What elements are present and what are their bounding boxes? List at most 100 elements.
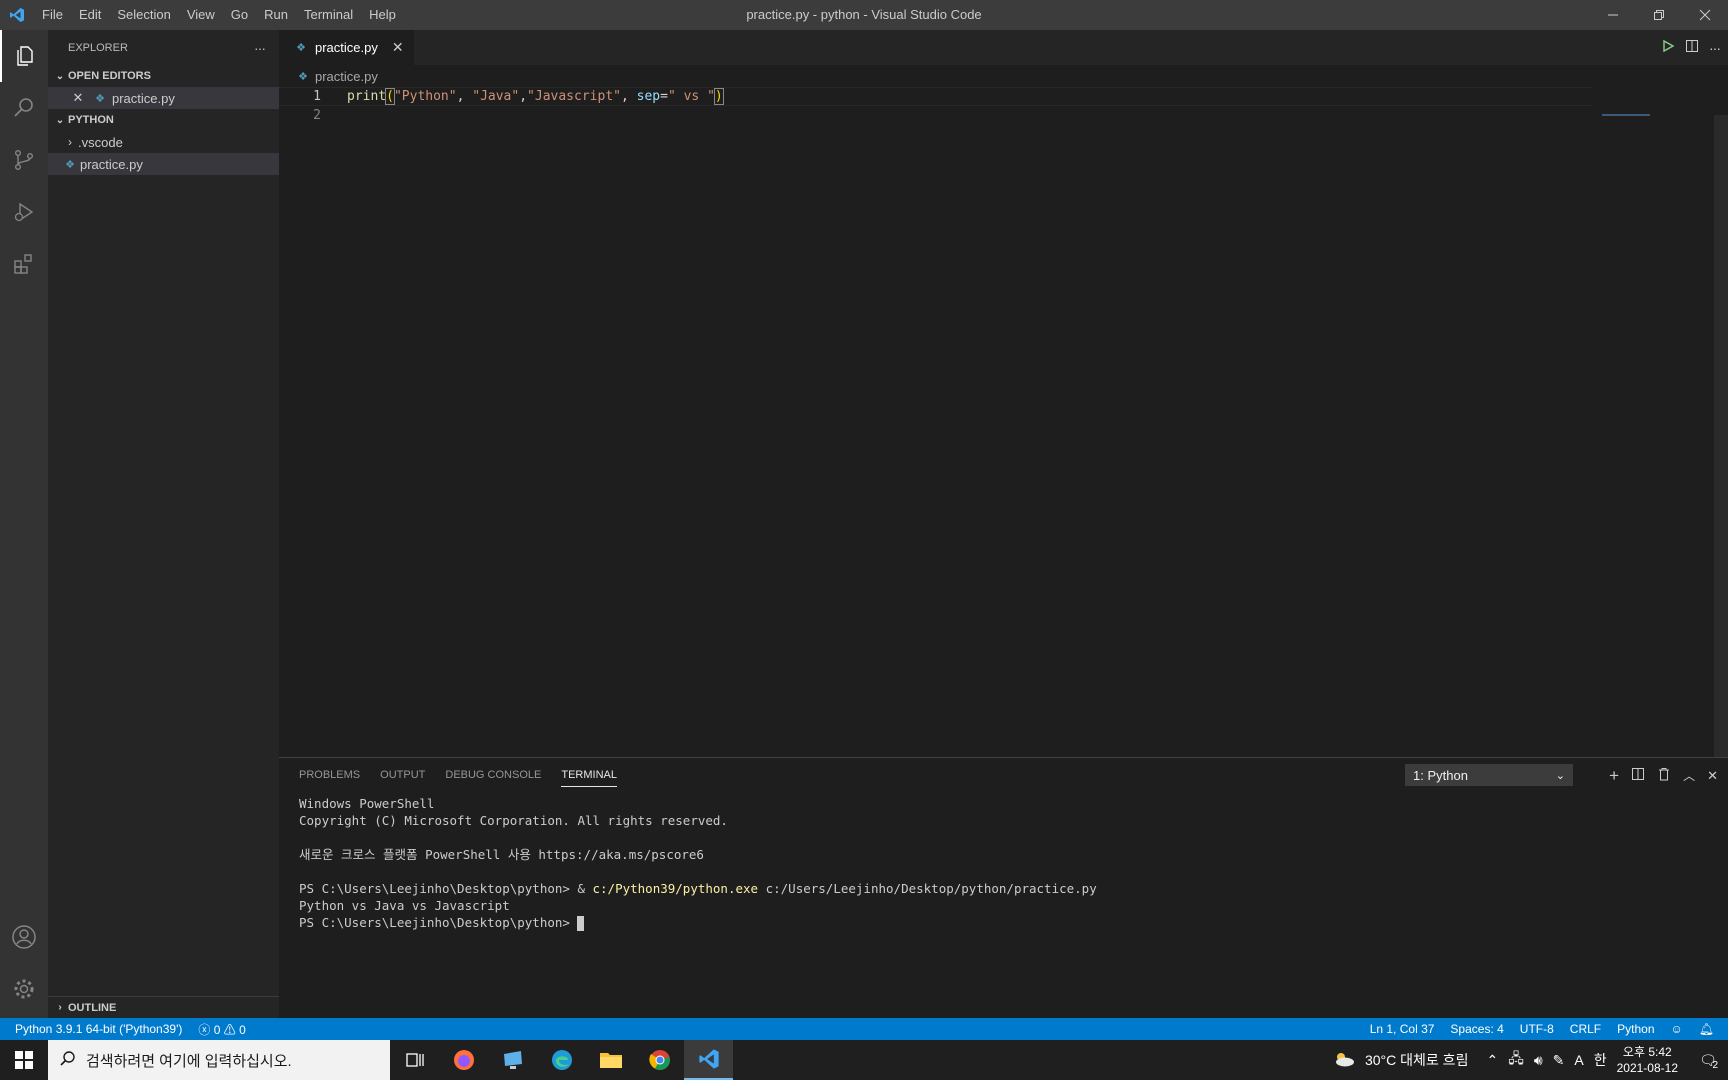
ime-indicator[interactable]: A: [1574, 1052, 1583, 1068]
tab-problems[interactable]: PROBLEMS: [289, 758, 370, 793]
close-panel-icon[interactable]: ✕: [1707, 768, 1718, 784]
explorer-title: EXPLORER: [68, 41, 128, 54]
python-file-icon: ❖: [65, 158, 75, 171]
windows-start-icon[interactable]: [0, 1040, 48, 1080]
tab-practice-py[interactable]: ❖ practice.py ✕: [279, 30, 414, 65]
problems-count[interactable]: ⓧ 0 ⚠ 0: [198, 1021, 245, 1038]
tree-item-vscode[interactable]: › .vscode: [48, 131, 279, 153]
terminal-line: Copyright (C) Microsoft Corporation. All…: [299, 813, 728, 828]
language-mode[interactable]: Python: [1617, 1022, 1654, 1036]
clock-date: 2021-08-12: [1616, 1061, 1678, 1075]
tree-item-label: .vscode: [78, 134, 123, 150]
close-editor-icon[interactable]: ✕: [70, 90, 86, 106]
chevron-right-icon: ›: [68, 135, 72, 149]
activity-bar: [0, 30, 48, 1018]
outline-label: OUTLINE: [68, 1001, 117, 1014]
close-window-button[interactable]: [1682, 0, 1728, 30]
code-editor[interactable]: 1 print("Python", "Java","Javascript", s…: [279, 87, 1728, 125]
error-icon: ⓧ: [198, 1022, 211, 1037]
menu-go[interactable]: Go: [223, 0, 256, 30]
restore-button[interactable]: [1636, 0, 1682, 30]
chevron-up-icon[interactable]: ⌃: [1486, 1052, 1498, 1069]
tree-item-practice[interactable]: ❖ practice.py: [48, 153, 279, 175]
weather-text[interactable]: 30°C 대체로 흐림: [1365, 1050, 1468, 1070]
tab-label: practice.py: [315, 40, 378, 55]
tab-debug-console[interactable]: DEBUG CONSOLE: [435, 758, 551, 793]
file-explorer-icon[interactable]: [586, 1040, 635, 1080]
encoding[interactable]: UTF-8: [1520, 1022, 1554, 1036]
terminal-output[interactable]: Windows PowerShell Copyright (C) Microso…: [279, 793, 1728, 931]
task-view-icon[interactable]: [390, 1040, 439, 1080]
open-editor-item[interactable]: ✕ ❖ practice.py: [48, 87, 279, 109]
window-controls: [1590, 0, 1728, 30]
system-tray: 30°C 대체로 흐림 ⌃ 🖧︎ 🔊︎ ✎ A 한 오후 5:42 2021-0…: [1333, 1040, 1728, 1080]
chevron-down-icon: ⌄: [55, 114, 65, 126]
run-file-icon[interactable]: [1661, 39, 1675, 56]
pen-icon[interactable]: ✎: [1553, 1052, 1565, 1069]
python-file-icon: ❖: [296, 42, 306, 54]
explorer-sidebar: EXPLORER ··· ⌄ OPEN EDITORS ✕ ❖ practice…: [48, 30, 279, 1018]
taskbar-search[interactable]: 검색하려면 여기에 입력하십시오.: [48, 1040, 390, 1080]
indentation[interactable]: Spaces: 4: [1450, 1022, 1503, 1036]
weather-icon[interactable]: [1333, 1051, 1355, 1070]
terminal-line: Python vs Java vs Javascript: [299, 898, 510, 913]
terminal-command-line: PS C:\Users\Leejinho\Desktop\python> & c…: [299, 880, 1728, 897]
cursor-position[interactable]: Ln 1, Col 37: [1370, 1022, 1435, 1036]
ime-mode-indicator[interactable]: 한: [1594, 1050, 1607, 1070]
split-editor-icon[interactable]: [1685, 39, 1699, 56]
menu-view[interactable]: View: [179, 0, 223, 30]
run-debug-icon[interactable]: [0, 186, 48, 238]
firefox-icon[interactable]: [439, 1040, 488, 1080]
source-control-icon[interactable]: [0, 134, 48, 186]
tab-terminal[interactable]: TERMINAL: [551, 758, 627, 793]
tab-output[interactable]: OUTPUT: [370, 758, 435, 793]
chrome-icon[interactable]: [635, 1040, 684, 1080]
minimize-button[interactable]: [1590, 0, 1636, 30]
python-file-icon: ❖: [298, 70, 308, 83]
vscode-taskbar-icon[interactable]: [684, 1040, 733, 1080]
end-of-line[interactable]: CRLF: [1570, 1022, 1601, 1036]
python-folder-section[interactable]: ⌄ PYTHON: [48, 109, 279, 131]
trash-icon[interactable]: [1657, 767, 1671, 784]
more-actions-icon[interactable]: ···: [1709, 40, 1721, 56]
clock[interactable]: 오후 5:42 2021-08-12: [1617, 1044, 1678, 1076]
open-editors-section[interactable]: ⌄ OPEN EDITORS: [48, 65, 279, 87]
notifications-icon[interactable]: 🗨︎ 2: [1688, 1052, 1728, 1071]
search-placeholder: 검색하려면 여기에 입력하십시오.: [86, 1052, 292, 1070]
open-editor-label: practice.py: [112, 90, 175, 106]
close-tab-icon[interactable]: ✕: [392, 39, 404, 56]
extensions-icon[interactable]: [0, 238, 48, 290]
menu-file[interactable]: File: [34, 0, 71, 30]
new-terminal-icon[interactable]: +: [1609, 766, 1619, 786]
editor-actions: ···: [1661, 30, 1721, 65]
windows-taskbar: 검색하려면 여기에 입력하십시오. 30°C 대체로 흐림 ⌃ 🖧︎ 🔊︎ ✎ …: [0, 1040, 1728, 1080]
accounts-icon[interactable]: [0, 911, 48, 963]
menu-run[interactable]: Run: [256, 0, 296, 30]
python-interpreter[interactable]: Python 3.9.1 64-bit ('Python39'): [15, 1022, 182, 1036]
maximize-panel-icon[interactable]: ︿: [1683, 767, 1695, 784]
gear-icon[interactable]: [0, 963, 48, 1015]
desktop-app-icon[interactable]: [488, 1040, 537, 1080]
split-terminal-icon[interactable]: [1631, 767, 1645, 784]
menu-selection[interactable]: Selection: [109, 0, 178, 30]
edge-icon[interactable]: [537, 1040, 586, 1080]
terminal-select[interactable]: 1: Python ⌄: [1405, 764, 1573, 786]
bell-icon[interactable]: 🔔︎: [1699, 1022, 1714, 1036]
editor-area: ❖ practice.py ✕ ··· ❖ practice.py 1 prin…: [279, 30, 1728, 765]
outline-section[interactable]: › OUTLINE: [48, 996, 279, 1018]
network-icon[interactable]: 🖧︎: [1508, 1048, 1524, 1072]
breadcrumb[interactable]: ❖ practice.py: [279, 65, 1728, 87]
minimap[interactable]: [1602, 114, 1650, 116]
menu-help[interactable]: Help: [361, 0, 404, 30]
explorer-icon[interactable]: [0, 30, 48, 82]
volume-icon[interactable]: 🔊︎: [1534, 1052, 1543, 1069]
feedback-icon[interactable]: ☺: [1671, 1022, 1683, 1036]
more-actions-icon[interactable]: ···: [254, 40, 266, 56]
search-icon[interactable]: [0, 82, 48, 134]
vertical-scrollbar[interactable]: [1714, 115, 1728, 765]
terminal-prompt-line: PS C:\Users\Leejinho\Desktop\python>: [299, 914, 1728, 931]
menu-edit[interactable]: Edit: [71, 0, 109, 30]
clock-time: 오후 5:42: [1622, 1045, 1672, 1059]
menu-terminal[interactable]: Terminal: [296, 0, 361, 30]
chevron-down-icon: ⌄: [55, 70, 65, 82]
